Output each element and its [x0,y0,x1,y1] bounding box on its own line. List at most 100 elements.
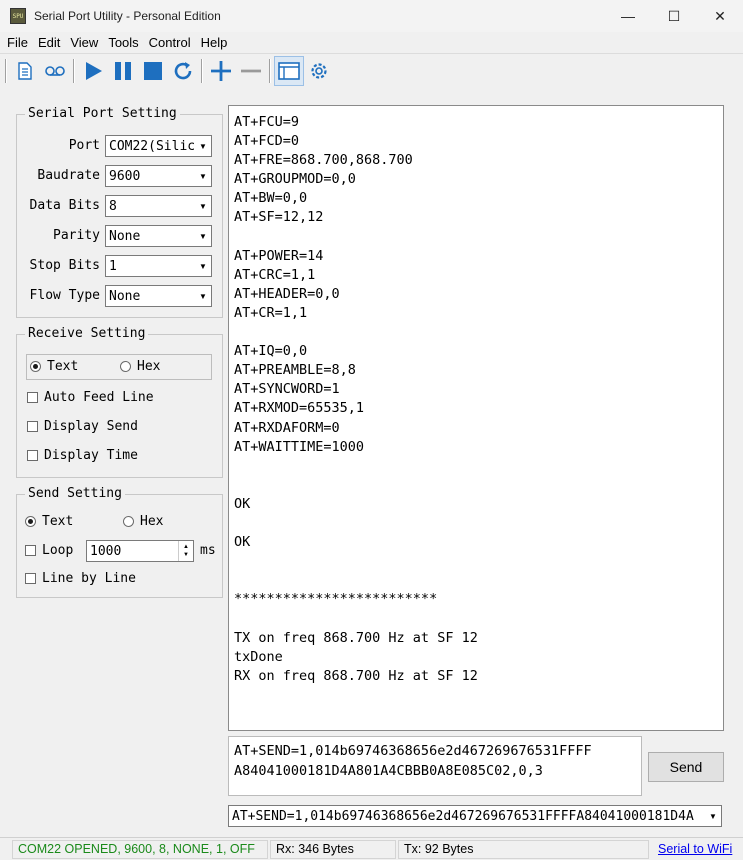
stop-bits-select[interactable]: 1 ▼ [105,255,212,277]
line-by-line-label: Line by Line [42,571,136,586]
receive-line: AT+CR=1,1 [234,304,308,321]
menu-tools[interactable]: Tools [103,35,143,50]
toolbar [0,53,743,87]
receive-line [234,609,718,628]
send-text-line: AT+SEND=1,014b69746368656e2d467269676531… [234,743,592,759]
receive-line: AT+BW=0,0 [234,190,308,207]
flow-type-value: None [109,288,141,304]
app-icon: SPU [10,8,26,24]
chevron-down-icon: ▼ [199,171,207,181]
maximize-button[interactable]: ☐ [651,0,697,32]
stop-icon[interactable] [138,56,168,86]
toolbar-separator [269,58,271,83]
send-button[interactable]: Send [648,752,724,782]
chevron-down-icon: ▼ [199,141,207,151]
parity-value: None [109,228,141,244]
radio-checked-icon [30,361,41,372]
receive-line: AT+RXMOD=65535,1 [234,400,365,417]
receive-line: AT+WAITTIME=1000 [234,438,365,455]
toolbar-separator [201,58,203,83]
menu-file[interactable]: File [2,35,33,50]
baudrate-select[interactable]: 9600 ▼ [105,165,212,187]
parity-select[interactable]: None ▼ [105,225,212,247]
chevron-down-icon: ▼ [199,261,207,271]
receive-hex-label: Hex [137,359,161,374]
display-time-label: Display Time [44,448,138,463]
pause-icon[interactable] [108,56,138,86]
loop-checkbox[interactable]: Loop [25,543,73,558]
tape-record-icon[interactable] [40,56,70,86]
minimize-button[interactable]: — [605,0,651,32]
receive-line: AT+SF=12,12 [234,209,324,226]
chevron-down-icon: ▼ [199,201,207,211]
display-send-checkbox[interactable]: Display Send [27,419,138,434]
receive-text-area[interactable]: AT+FCU=9 AT+FCD=0 AT+FRE=868.700,868.700 AT… [228,105,724,731]
receive-line: AT+FRE=868.700,868.700 [234,152,413,169]
baudrate-label: Baudrate [37,168,100,183]
toolbar-separator [5,58,7,83]
stop-bits-value: 1 [109,258,117,274]
menu-control[interactable]: Control [144,35,196,50]
port-select[interactable]: COM22(Silic ▼ [105,135,212,157]
checkbox-icon [25,573,36,584]
loop-interval-value: 1000 [90,543,122,559]
receive-setting-title: Receive Setting [25,326,149,341]
receive-line: AT+RXDAFORM=0 [234,419,340,436]
new-document-icon[interactable] [10,56,40,86]
settings-gear-icon[interactable] [304,56,334,86]
remove-icon[interactable] [236,56,266,86]
data-bits-select[interactable]: 8 ▼ [105,195,212,217]
auto-feed-line-label: Auto Feed Line [44,390,154,405]
port-status-text: COM22 OPENED, 9600, 8, NONE, 1, OFF [18,842,255,856]
receive-line: RX on freq 868.700 Hz at SF 12 [234,667,478,684]
receive-line: ************************* [234,591,438,608]
spin-arrows-icon[interactable]: ▲ ▼ [178,541,193,561]
menu-help[interactable]: Help [196,35,233,50]
receive-line [234,514,718,533]
receive-text-radio[interactable]: Text [30,359,78,374]
send-history-value: AT+SEND=1,014b69746368656e2d467269676531… [232,808,694,824]
display-time-checkbox[interactable]: Display Time [27,448,138,463]
window-title: Serial Port Utility - Personal Edition [34,9,221,23]
parity-label: Parity [53,228,100,243]
checkbox-icon [27,392,38,403]
radio-unchecked-icon [123,516,134,527]
receive-line: OK [234,495,251,512]
receive-line: AT+IQ=0,0 [234,343,308,360]
receive-hex-radio[interactable]: Hex [120,359,160,374]
menu-edit[interactable]: Edit [33,35,65,50]
refresh-icon[interactable] [168,56,198,86]
tx-count: Tx: 92 Bytes [398,839,649,859]
loop-interval-spinbox[interactable]: 1000 ▲ ▼ [86,540,194,562]
close-button[interactable]: ✕ [697,0,743,32]
receive-line: AT+FCD=0 [234,133,300,150]
status-bar: COM22 OPENED, 9600, 8, NONE, 1, OFF Rx: … [0,837,743,860]
receive-line [234,457,718,476]
receive-line: AT+CRC=1,1 [234,266,316,283]
menu-bar: File Edit View Tools Control Help [0,32,743,52]
receive-line: TX on freq 868.700 Hz at SF 12 [234,629,478,646]
send-history-select[interactable]: AT+SEND=1,014b69746368656e2d467269676531… [228,805,722,827]
serial-to-wifi-link-text[interactable]: Serial to WiFi [658,842,732,856]
port-label: Port [68,138,100,153]
menu-view[interactable]: View [65,35,103,50]
checkbox-icon [27,421,38,432]
add-icon[interactable] [206,56,236,86]
flow-type-select[interactable]: None ▼ [105,285,212,307]
display-send-label: Display Send [44,419,138,434]
auto-feed-line-checkbox[interactable]: Auto Feed Line [27,390,154,405]
receive-line [234,552,718,571]
data-bits-value: 8 [109,198,117,214]
serial-to-wifi-link[interactable]: Serial to WiFi [651,840,735,859]
receive-line [234,228,718,247]
send-hex-radio[interactable]: Hex [123,514,163,529]
window-icon[interactable] [274,55,304,86]
receive-text-label: Text [47,359,79,374]
receive-line: AT+GROUPMOD=0,0 [234,171,356,188]
receive-line [234,323,718,342]
line-by-line-checkbox[interactable]: Line by Line [25,571,136,586]
send-text-radio[interactable]: Text [25,514,73,529]
radio-checked-icon [25,516,36,527]
send-text-area[interactable]: AT+SEND=1,014b69746368656e2d467269676531… [228,736,642,796]
play-icon[interactable] [78,56,108,86]
